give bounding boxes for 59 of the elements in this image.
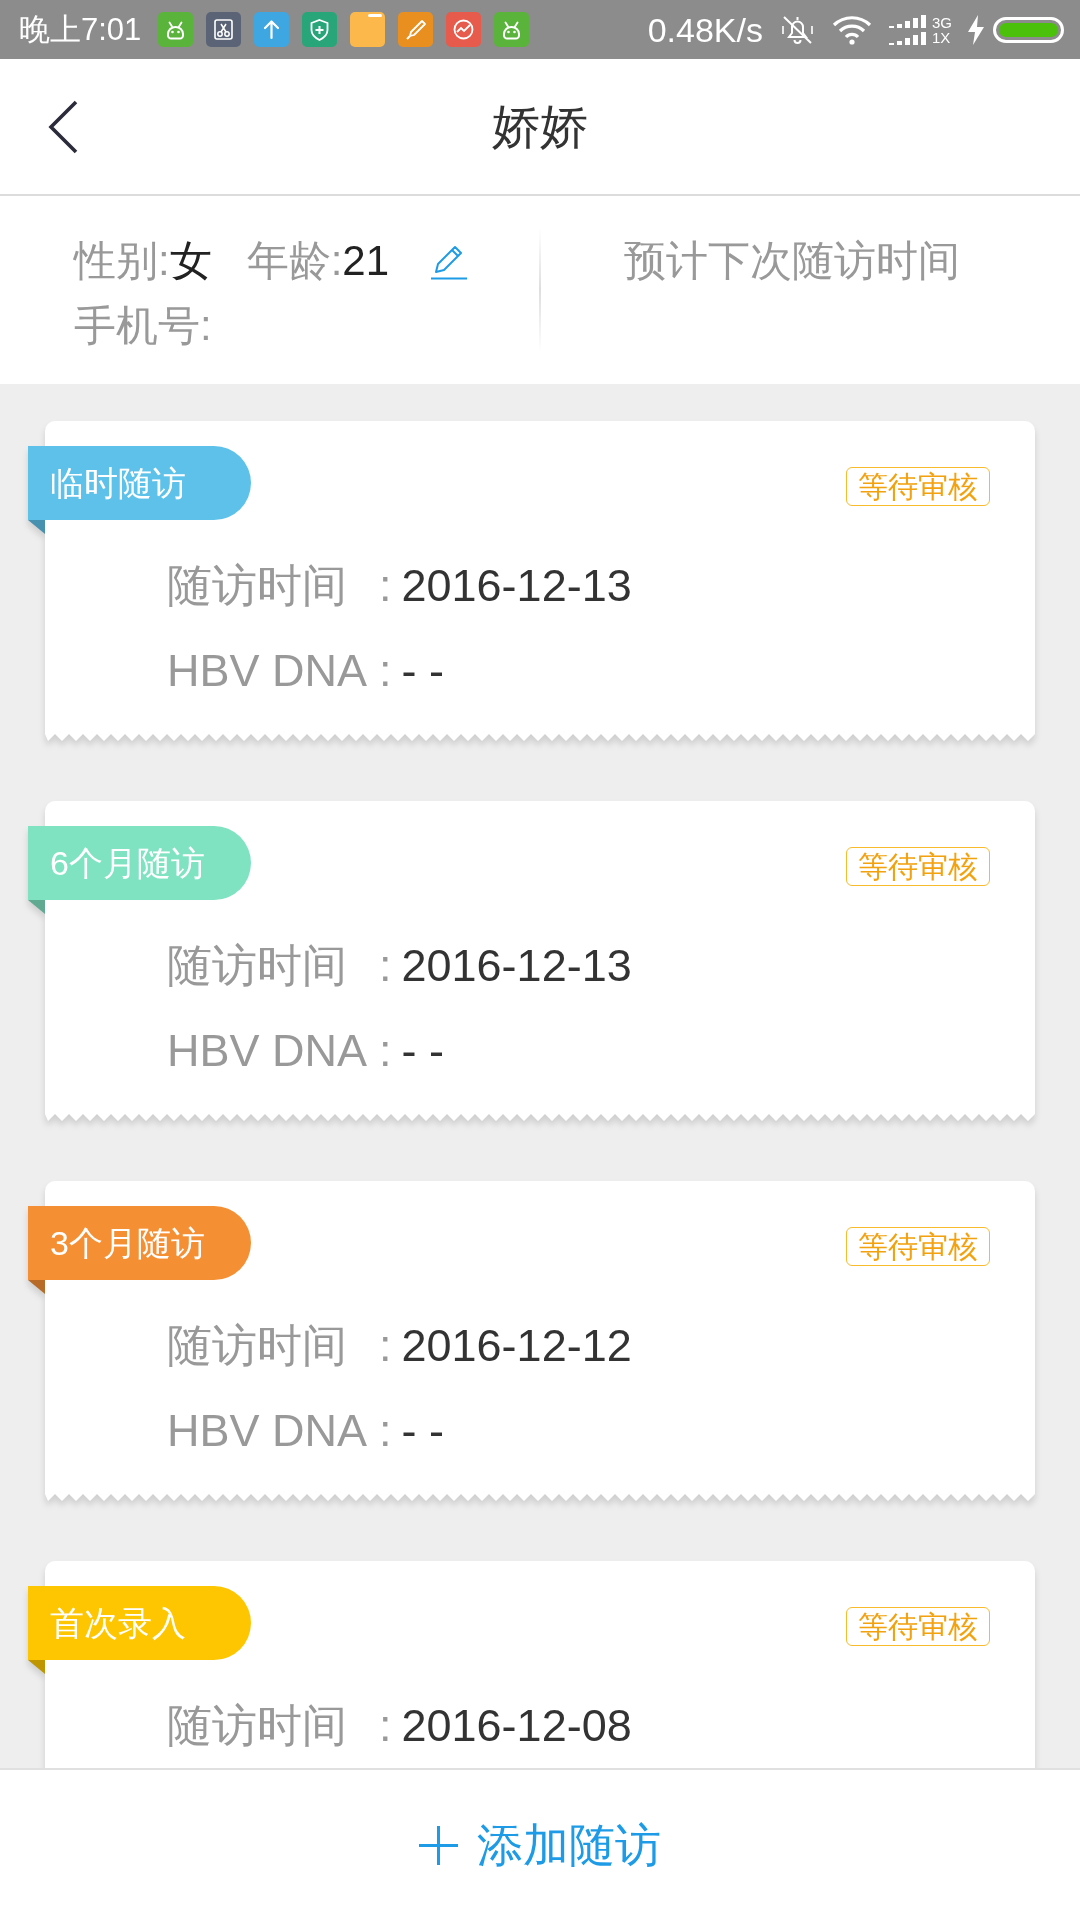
shield-plus-icon <box>302 12 338 47</box>
field-colon: : <box>379 1703 392 1748</box>
folder-icon <box>350 12 386 47</box>
field-value: 2016-12-08 <box>401 1703 632 1748</box>
field-label: HBV DNA <box>167 1028 369 1073</box>
field-label: 随访时间 <box>167 563 348 608</box>
visit-type-tag: 首次录入 <box>28 1586 251 1660</box>
network-type-label: 1X <box>932 29 952 45</box>
add-visit-button[interactable]: 添加随访 <box>0 1768 1080 1920</box>
brush-icon <box>398 12 434 47</box>
age-value: 21 <box>342 236 390 286</box>
ribbon-fold-icon <box>28 520 45 534</box>
field-value: - - <box>401 648 444 693</box>
field-value: - - <box>401 1408 444 1453</box>
status-badge: 等待审核 <box>846 467 990 506</box>
charging-bolt-icon <box>967 14 985 45</box>
ribbon-fold-icon <box>28 1660 45 1674</box>
field-colon: : <box>379 943 392 988</box>
signal-icon <box>889 14 927 45</box>
age-label: 年龄: <box>246 236 343 286</box>
back-icon[interactable] <box>47 99 79 154</box>
field-label: HBV DNA <box>167 1408 369 1453</box>
field-value: - - <box>401 1028 444 1073</box>
next-visit-label: 预计下次随访时间 <box>624 237 960 284</box>
field-value: 2016-12-13 <box>401 943 632 988</box>
field-value: 2016-12-12 <box>401 1323 632 1368</box>
scissors-icon <box>206 12 242 47</box>
phone-label: 手机号: <box>74 301 212 351</box>
plus-icon <box>419 1825 458 1865</box>
network-speed: 0.48K/s <box>647 12 763 47</box>
field-colon: : <box>379 648 392 693</box>
visit-type-tag: 临时随访 <box>28 446 251 520</box>
visit-type-tag: 3个月随访 <box>28 1206 251 1280</box>
battery-icon <box>993 16 1064 43</box>
field-colon: : <box>379 1323 392 1368</box>
network-type-label: 3G <box>932 14 952 30</box>
arrow-up-icon <box>254 12 290 47</box>
android-icon <box>158 12 194 47</box>
gender-label: 性别: <box>74 236 170 286</box>
field-label: 随访时间 <box>167 1323 348 1368</box>
gender-value: 女 <box>169 236 212 286</box>
status-badge: 等待审核 <box>846 847 990 886</box>
bell-off-icon <box>780 13 815 46</box>
field-value: 2016-12-13 <box>401 563 632 608</box>
status-badge: 等待审核 <box>846 1607 990 1646</box>
status-badge: 等待审核 <box>846 1227 990 1266</box>
field-colon: : <box>379 563 392 608</box>
field-label: HBV DNA <box>167 648 369 693</box>
ribbon-fold-icon <box>28 1280 45 1294</box>
android-icon <box>494 12 530 47</box>
visit-type-tag: 6个月随访 <box>28 826 251 900</box>
status-time: 晚上7:01 <box>19 14 142 45</box>
field-colon: : <box>379 1408 392 1453</box>
field-label: 随访时间 <box>167 943 348 988</box>
page-title: 娇娇 <box>492 102 588 151</box>
field-colon: : <box>379 1028 392 1073</box>
wifi-icon <box>832 14 872 45</box>
field-label: 随访时间 <box>167 1703 348 1748</box>
ribbon-fold-icon <box>28 900 45 914</box>
